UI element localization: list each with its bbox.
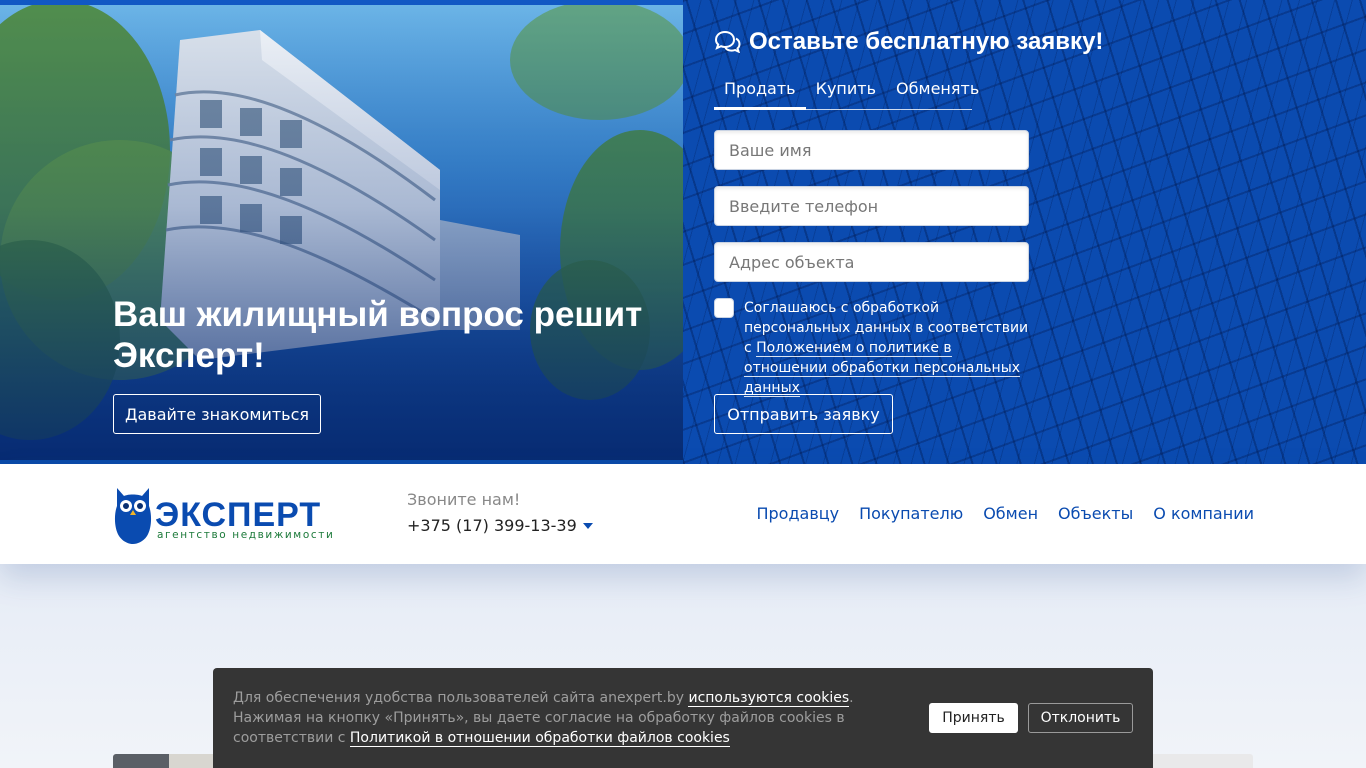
- nav-objects[interactable]: Объекты: [1058, 504, 1133, 523]
- name-input[interactable]: [714, 130, 1029, 170]
- accept-cookies-button[interactable]: Принять: [929, 703, 1018, 733]
- phone-input[interactable]: [714, 186, 1029, 226]
- cookie-policy-link[interactable]: Политикой в отношении обработки файлов c…: [349, 730, 730, 747]
- caret-down-icon[interactable]: [582, 522, 593, 529]
- lets-meet-button[interactable]: Давайте знакомиться: [113, 394, 321, 434]
- submit-request-button[interactable]: Отправить заявку: [714, 394, 893, 434]
- main-nav: Продавцу Покупателю Обмен Объекты О комп…: [756, 504, 1254, 523]
- consent-text: Соглашаюсь с обработкой персональных дан…: [744, 298, 1034, 398]
- address-input[interactable]: [714, 242, 1029, 282]
- hero-title: Ваш жилищный вопрос решит Эксперт!: [113, 295, 643, 375]
- tab-buy[interactable]: Купить: [806, 76, 886, 110]
- logo-tagline: агентство недвижимости: [157, 529, 335, 541]
- cookie-text-part1: Для обеспечения удобства пользователей с…: [233, 690, 689, 706]
- form-title: Оставьте бесплатную заявку!: [714, 28, 1103, 56]
- expert-logo[interactable]: ЭКСПЕРТ агентство недвижимости: [113, 484, 333, 546]
- hero-building-image: [0, 0, 683, 460]
- call-us-label: Звоните нам!: [407, 490, 521, 509]
- request-type-tabs: Продать Купить Обменять: [714, 76, 979, 110]
- decline-cookies-button[interactable]: Отклонить: [1028, 703, 1133, 733]
- property-card-right[interactable]: [1150, 754, 1253, 768]
- cookie-text: Для обеспечения удобства пользователей с…: [233, 688, 903, 748]
- nav-buyer[interactable]: Покупателю: [859, 504, 963, 523]
- cookies-link[interactable]: используются cookies: [688, 690, 850, 707]
- consent-checkbox[interactable]: [714, 298, 734, 318]
- phone-number[interactable]: +375 (17) 399-13-39: [407, 516, 577, 535]
- owl-icon: [114, 488, 152, 544]
- nav-seller[interactable]: Продавцу: [756, 504, 839, 523]
- form-title-text: Оставьте бесплатную заявку!: [749, 28, 1104, 55]
- nav-exchange[interactable]: Обмен: [983, 504, 1038, 523]
- tab-exchange[interactable]: Обменять: [886, 76, 989, 110]
- hero-top-line: [0, 0, 683, 5]
- cookie-banner: Для обеспечения удобства пользователей с…: [213, 668, 1153, 768]
- phone-dropdown[interactable]: +375 (17) 399-13-39: [407, 516, 593, 535]
- nav-about[interactable]: О компании: [1153, 504, 1254, 523]
- privacy-policy-link[interactable]: Положением о политике в отношении обрабо…: [744, 340, 1021, 397]
- chat-bubbles-icon: [714, 31, 741, 53]
- tab-sell[interactable]: Продать: [714, 76, 806, 110]
- logo-wordmark: ЭКСПЕРТ: [155, 496, 322, 534]
